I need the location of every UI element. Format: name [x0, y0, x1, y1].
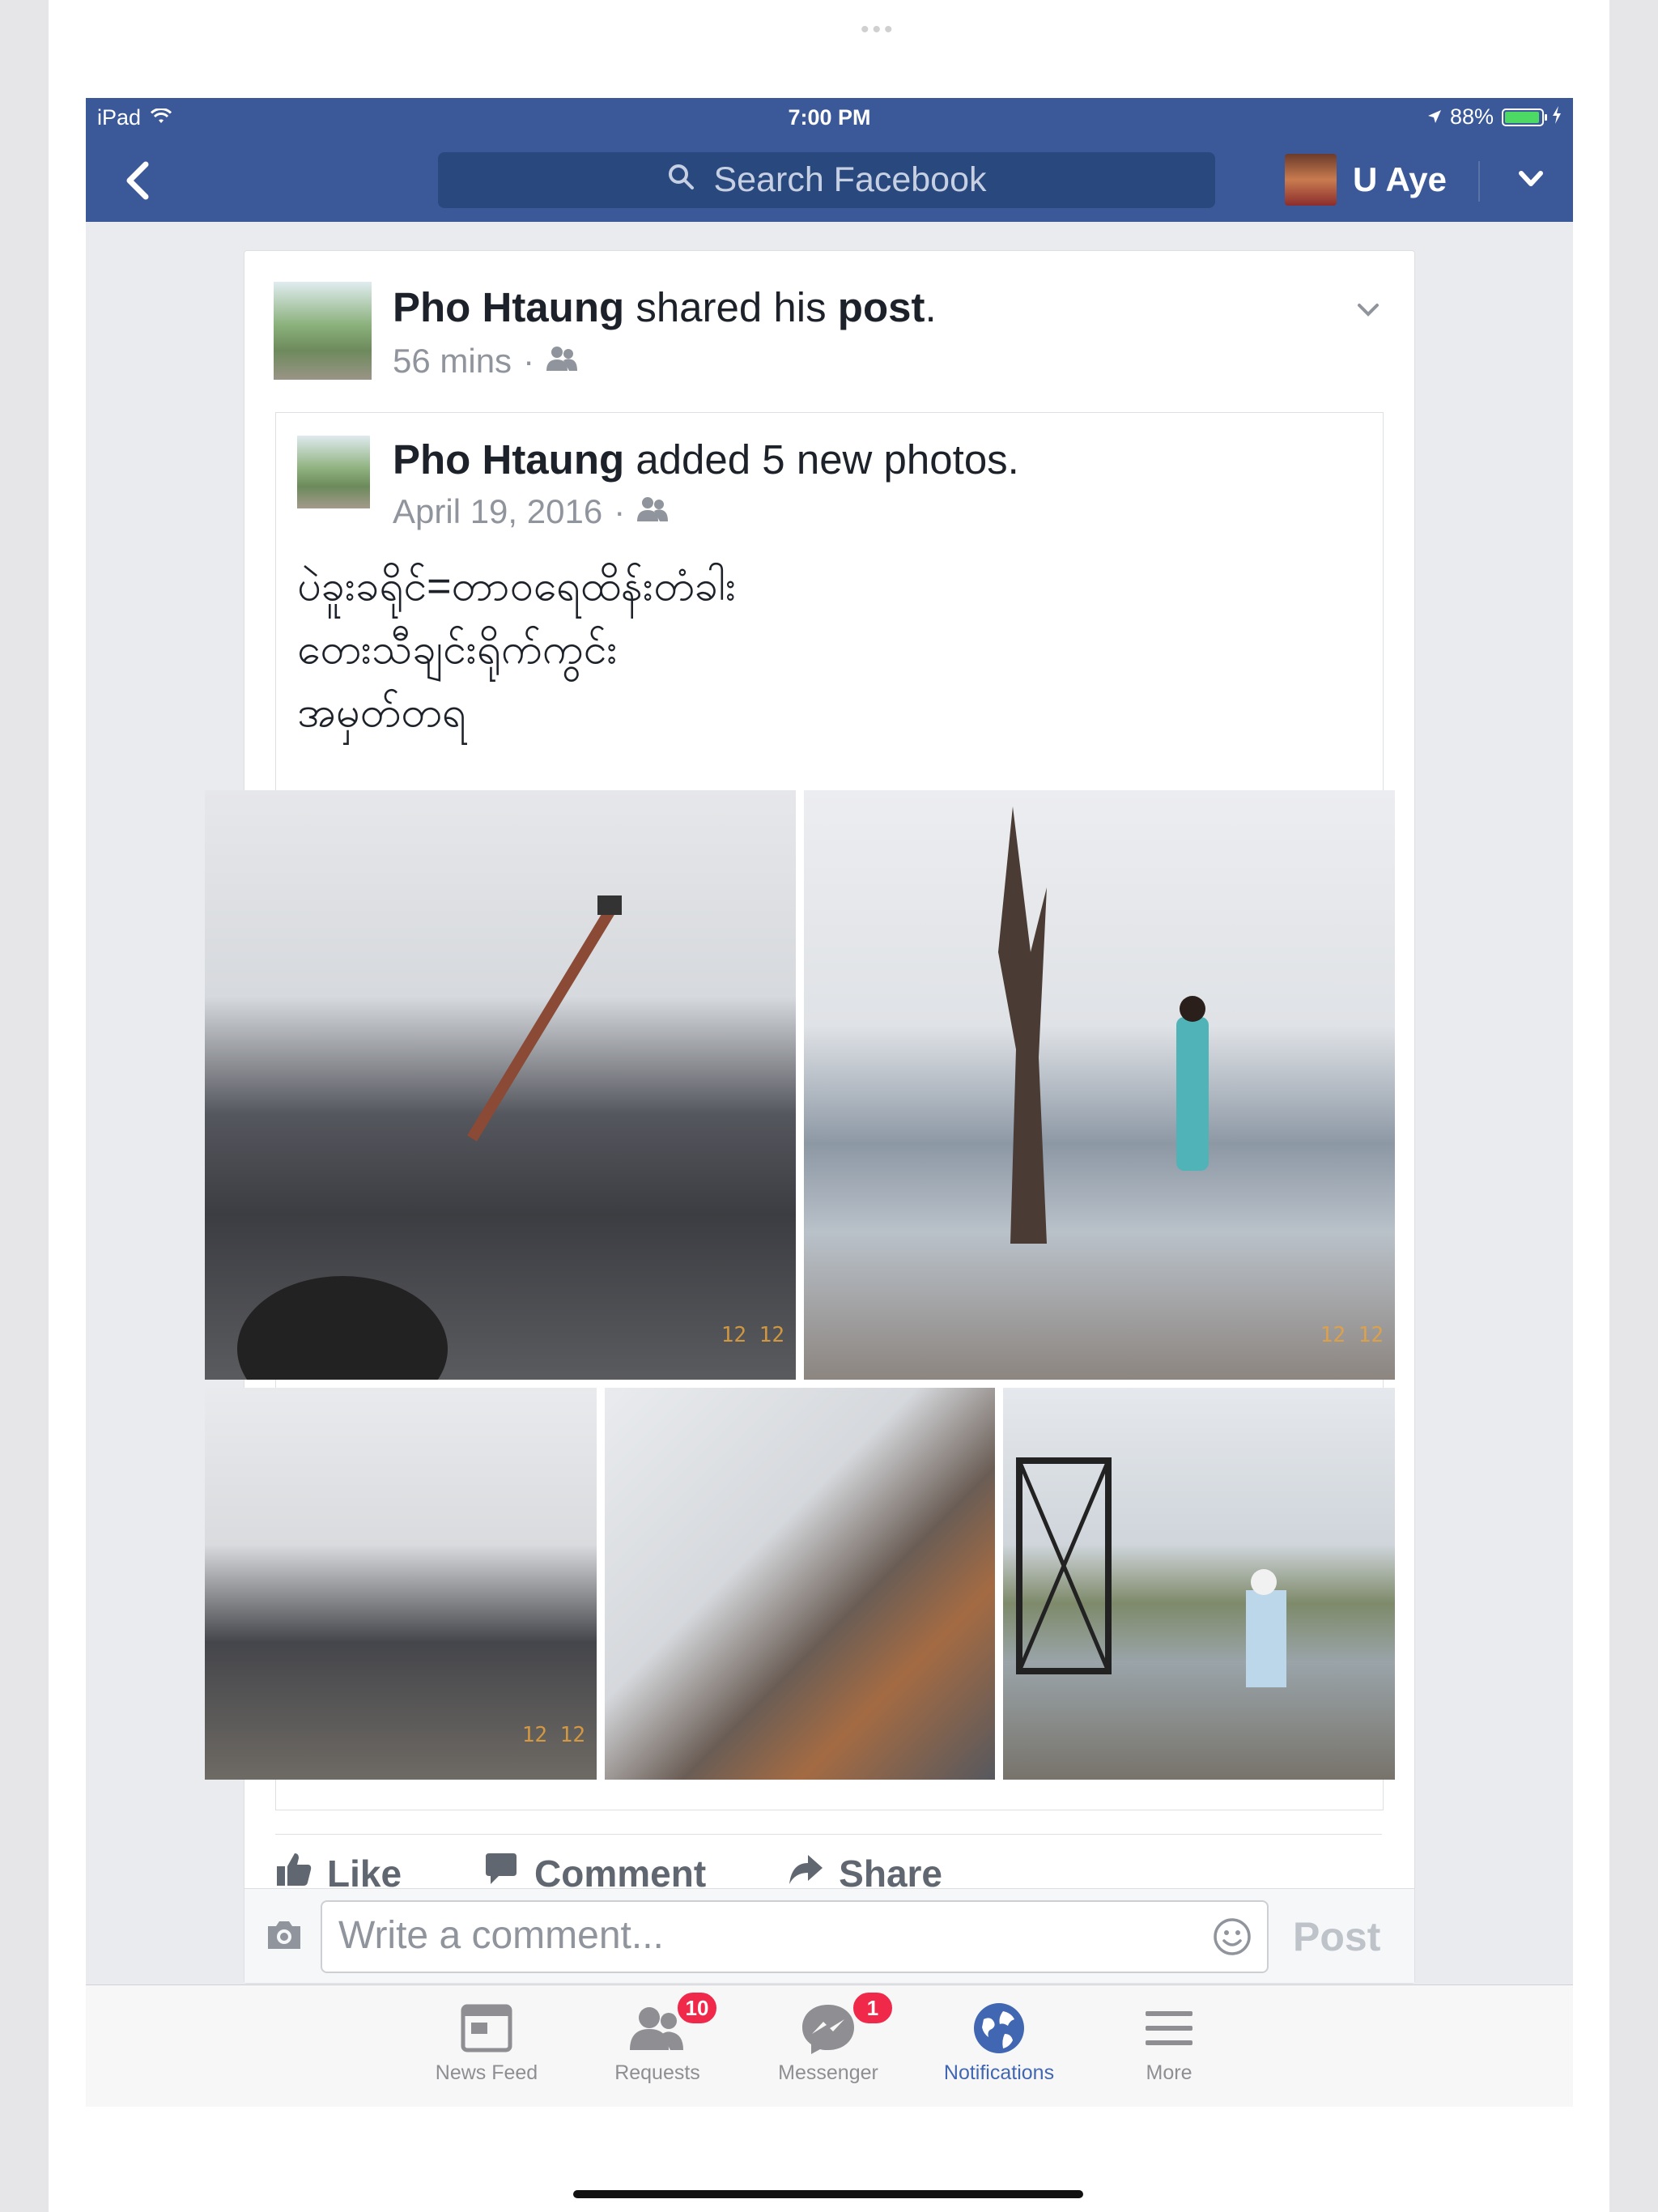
- tab-label: Notifications: [943, 2061, 1055, 2084]
- status-right: 88%: [1427, 104, 1562, 130]
- chevron-down-icon[interactable]: [1515, 163, 1547, 199]
- search-input[interactable]: Search Facebook: [438, 152, 1215, 208]
- shared-post[interactable]: Pho Htaung added 5 new photos. April 19,…: [205, 412, 1395, 1810]
- right-bezel: [1609, 0, 1658, 2212]
- divider: [275, 1834, 1382, 1835]
- post-text-line: ပဲခူးခရိုင်=တာဝရေထိန်းတံခါး: [297, 563, 737, 610]
- tab-label: Messenger: [778, 2061, 878, 2084]
- photo-crowd-crane[interactable]: 12 12: [205, 790, 796, 1380]
- search-placeholder: Search Facebook: [713, 160, 987, 199]
- search-icon: [666, 160, 695, 200]
- avatar: [1285, 154, 1337, 206]
- globe-icon: [918, 1993, 1080, 2058]
- hamburger-menu-icon: [1088, 1993, 1250, 2058]
- photo-rehearsal[interactable]: 12 12: [205, 1388, 597, 1780]
- post-author-link[interactable]: Pho Htaung: [393, 284, 624, 330]
- friend-requests-icon: 10: [576, 1990, 738, 2058]
- tab-label: News Feed: [435, 2061, 538, 2084]
- photo-stage-performance[interactable]: 12 12: [804, 790, 1395, 1380]
- charging-bolt-icon: [1552, 104, 1562, 130]
- comment-placeholder: Write a comment...: [338, 1914, 664, 1957]
- home-indicator[interactable]: [573, 2190, 1083, 2198]
- post-link[interactable]: post: [838, 284, 925, 330]
- messenger-badge: 1: [851, 1990, 895, 2026]
- tab-more[interactable]: More: [1088, 1993, 1250, 2085]
- photo-floodgate[interactable]: [1003, 1388, 1395, 1780]
- friends-audience-icon: [546, 342, 578, 381]
- requests-badge: 10: [675, 1990, 719, 2026]
- post-text-line: အမှတ်တရ: [297, 689, 466, 736]
- post-text: ပဲခူးခရိုင်=တာဝရေထိန်းတံခါး တေးသီချင်းရိ…: [297, 555, 1350, 744]
- camera-icon[interactable]: [265, 1918, 304, 1955]
- battery-icon: [1502, 108, 1547, 126]
- comment-composer: Write a comment... Post: [244, 1888, 1414, 1983]
- post-options-chevron-icon[interactable]: [1354, 296, 1383, 329]
- comment-input[interactable]: Write a comment...: [321, 1900, 1269, 1973]
- post-header: Pho Htaung shared his post.: [393, 283, 937, 331]
- meta-dot: ·: [614, 492, 626, 530]
- photo-date-stamp: 12 12: [721, 1323, 784, 1347]
- photo-band-tilted[interactable]: [605, 1388, 995, 1780]
- back-arrow-icon[interactable]: [117, 156, 162, 205]
- tab-requests[interactable]: 10 Requests: [576, 1990, 738, 2085]
- photo-date-stamp: 12 12: [1320, 1323, 1384, 1347]
- tab-news-feed[interactable]: News Feed: [406, 1993, 568, 2085]
- tab-label: Requests: [614, 2061, 700, 2084]
- post-text-line: တေးသီချင်းရိုက်ကွင်း: [297, 626, 618, 673]
- tab-messenger[interactable]: 1 Messenger: [747, 1990, 909, 2085]
- bottom-tab-bar: News Feed 10 Requests 1 Messenger Notifi…: [86, 1984, 1573, 2107]
- battery-percent: 88%: [1449, 104, 1494, 129]
- grab-handle-icon[interactable]: •••: [861, 16, 896, 44]
- friends-audience-icon: [636, 492, 669, 531]
- photo-grid: 12 12 12 12 12 12: [205, 790, 1395, 1780]
- tab-notifications[interactable]: Notifications: [918, 1993, 1080, 2085]
- shared-action-text: added 5 new photos.: [636, 436, 1019, 483]
- shared-post-header: Pho Htaung added 5 new photos.: [393, 436, 1019, 483]
- shared-post-date[interactable]: April 19, 2016: [393, 492, 602, 531]
- user-name: U Aye: [1353, 160, 1447, 198]
- shared-author-avatar[interactable]: [297, 436, 370, 508]
- top-nav-bar: Search Facebook U Aye: [86, 138, 1573, 222]
- post-meta: 56 mins ·: [393, 342, 578, 381]
- feed-post-card: Pho Htaung shared his post. 56 mins · Ph…: [205, 250, 1415, 1984]
- nav-divider: [1478, 161, 1480, 202]
- post-comment-button[interactable]: Post: [1293, 1913, 1380, 1960]
- profile-button[interactable]: U Aye: [1285, 154, 1447, 206]
- post-action-text: shared his: [636, 284, 827, 330]
- left-bezel: [0, 0, 49, 2212]
- post-period: .: [925, 284, 937, 330]
- shared-author-link[interactable]: Pho Htaung: [393, 436, 624, 483]
- post-time[interactable]: 56 mins: [393, 342, 512, 381]
- status-bar: iPad 7:00 PM 88%: [86, 98, 1573, 138]
- post-author-avatar[interactable]: [274, 282, 372, 380]
- emoji-icon[interactable]: [1212, 1916, 1252, 1967]
- meta-dot: ·: [523, 342, 535, 380]
- photo-date-stamp: 12 12: [521, 1723, 585, 1747]
- location-arrow-icon: [1427, 104, 1442, 130]
- shared-post-meta: April 19, 2016 ·: [393, 492, 669, 531]
- tab-label: More: [1146, 2061, 1192, 2084]
- news-feed-icon: [406, 1993, 568, 2058]
- messenger-icon: 1: [747, 1990, 909, 2058]
- status-time: 7:00 PM: [788, 105, 871, 130]
